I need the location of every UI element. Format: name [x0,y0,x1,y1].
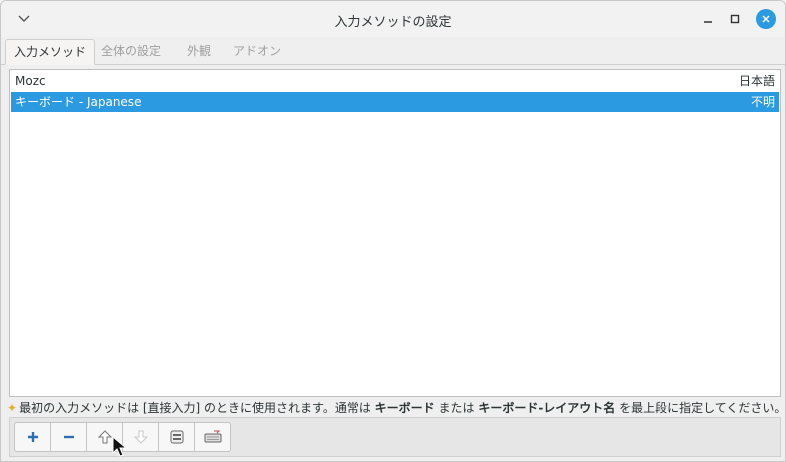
hint-text: ✦ 最初の入力メソッドは [直接入力] のときに使用されます。通常は キーボード … [7,399,786,417]
input-method-name: キーボード - Japanese [15,95,142,109]
info-star-icon: ✦ [7,401,18,415]
hint-bold1: キーボード [374,401,435,415]
tab-input-method[interactable]: 入力メソッド [5,39,96,65]
list-item[interactable]: キーボード - Japanese 不明 [11,92,779,112]
tab-addons[interactable]: アドオン [225,39,289,64]
hint-part3: を最上段に指定してください。 [615,401,786,415]
remove-icon [63,435,74,439]
maximize-icon [730,14,740,24]
configure-icon [170,430,183,444]
tab-global-config[interactable]: 全体の設定 [93,39,169,64]
mouse-pointer-icon [112,436,128,457]
move-down-icon [133,430,148,444]
hint-part2: または [434,401,479,415]
window-title: 入力メソッドの設定 [334,15,452,30]
keyboard-layout-icon [204,430,221,443]
hint-bold2: キーボード-レイアウト名 [478,401,616,415]
list-group-header: Mozc 日本語 [11,71,779,91]
keyboard-layout-button[interactable] [194,422,231,452]
add-button[interactable] [14,422,51,452]
input-method-language: 不明 [750,95,775,109]
configure-button[interactable] [158,422,195,452]
titlebar: 入力メソッドの設定 [1,1,785,37]
group-name: Mozc [15,74,46,88]
minimize-button[interactable] [698,9,718,29]
input-method-settings-window: 入力メソッドの設定 入力メソッド 全体の設定 外観 アドオン Mozc 日本語 … [0,0,786,462]
minimize-icon [704,21,712,23]
tab-bar: 入力メソッド 全体の設定 外観 アドオン [1,39,785,65]
group-language: 日本語 [738,74,775,88]
move-up-icon [97,430,112,444]
remove-button[interactable] [50,422,87,452]
hint-part1: 最初の入力メソッドは [直接入力] のときに使用されます。通常は [19,401,375,415]
maximize-button[interactable] [725,9,745,29]
input-method-list[interactable]: Mozc 日本語 キーボード - Japanese 不明 [9,69,781,397]
close-button[interactable] [756,9,776,29]
close-icon [762,15,770,23]
add-icon [27,432,38,442]
tab-appearance[interactable]: 外観 [179,39,219,64]
